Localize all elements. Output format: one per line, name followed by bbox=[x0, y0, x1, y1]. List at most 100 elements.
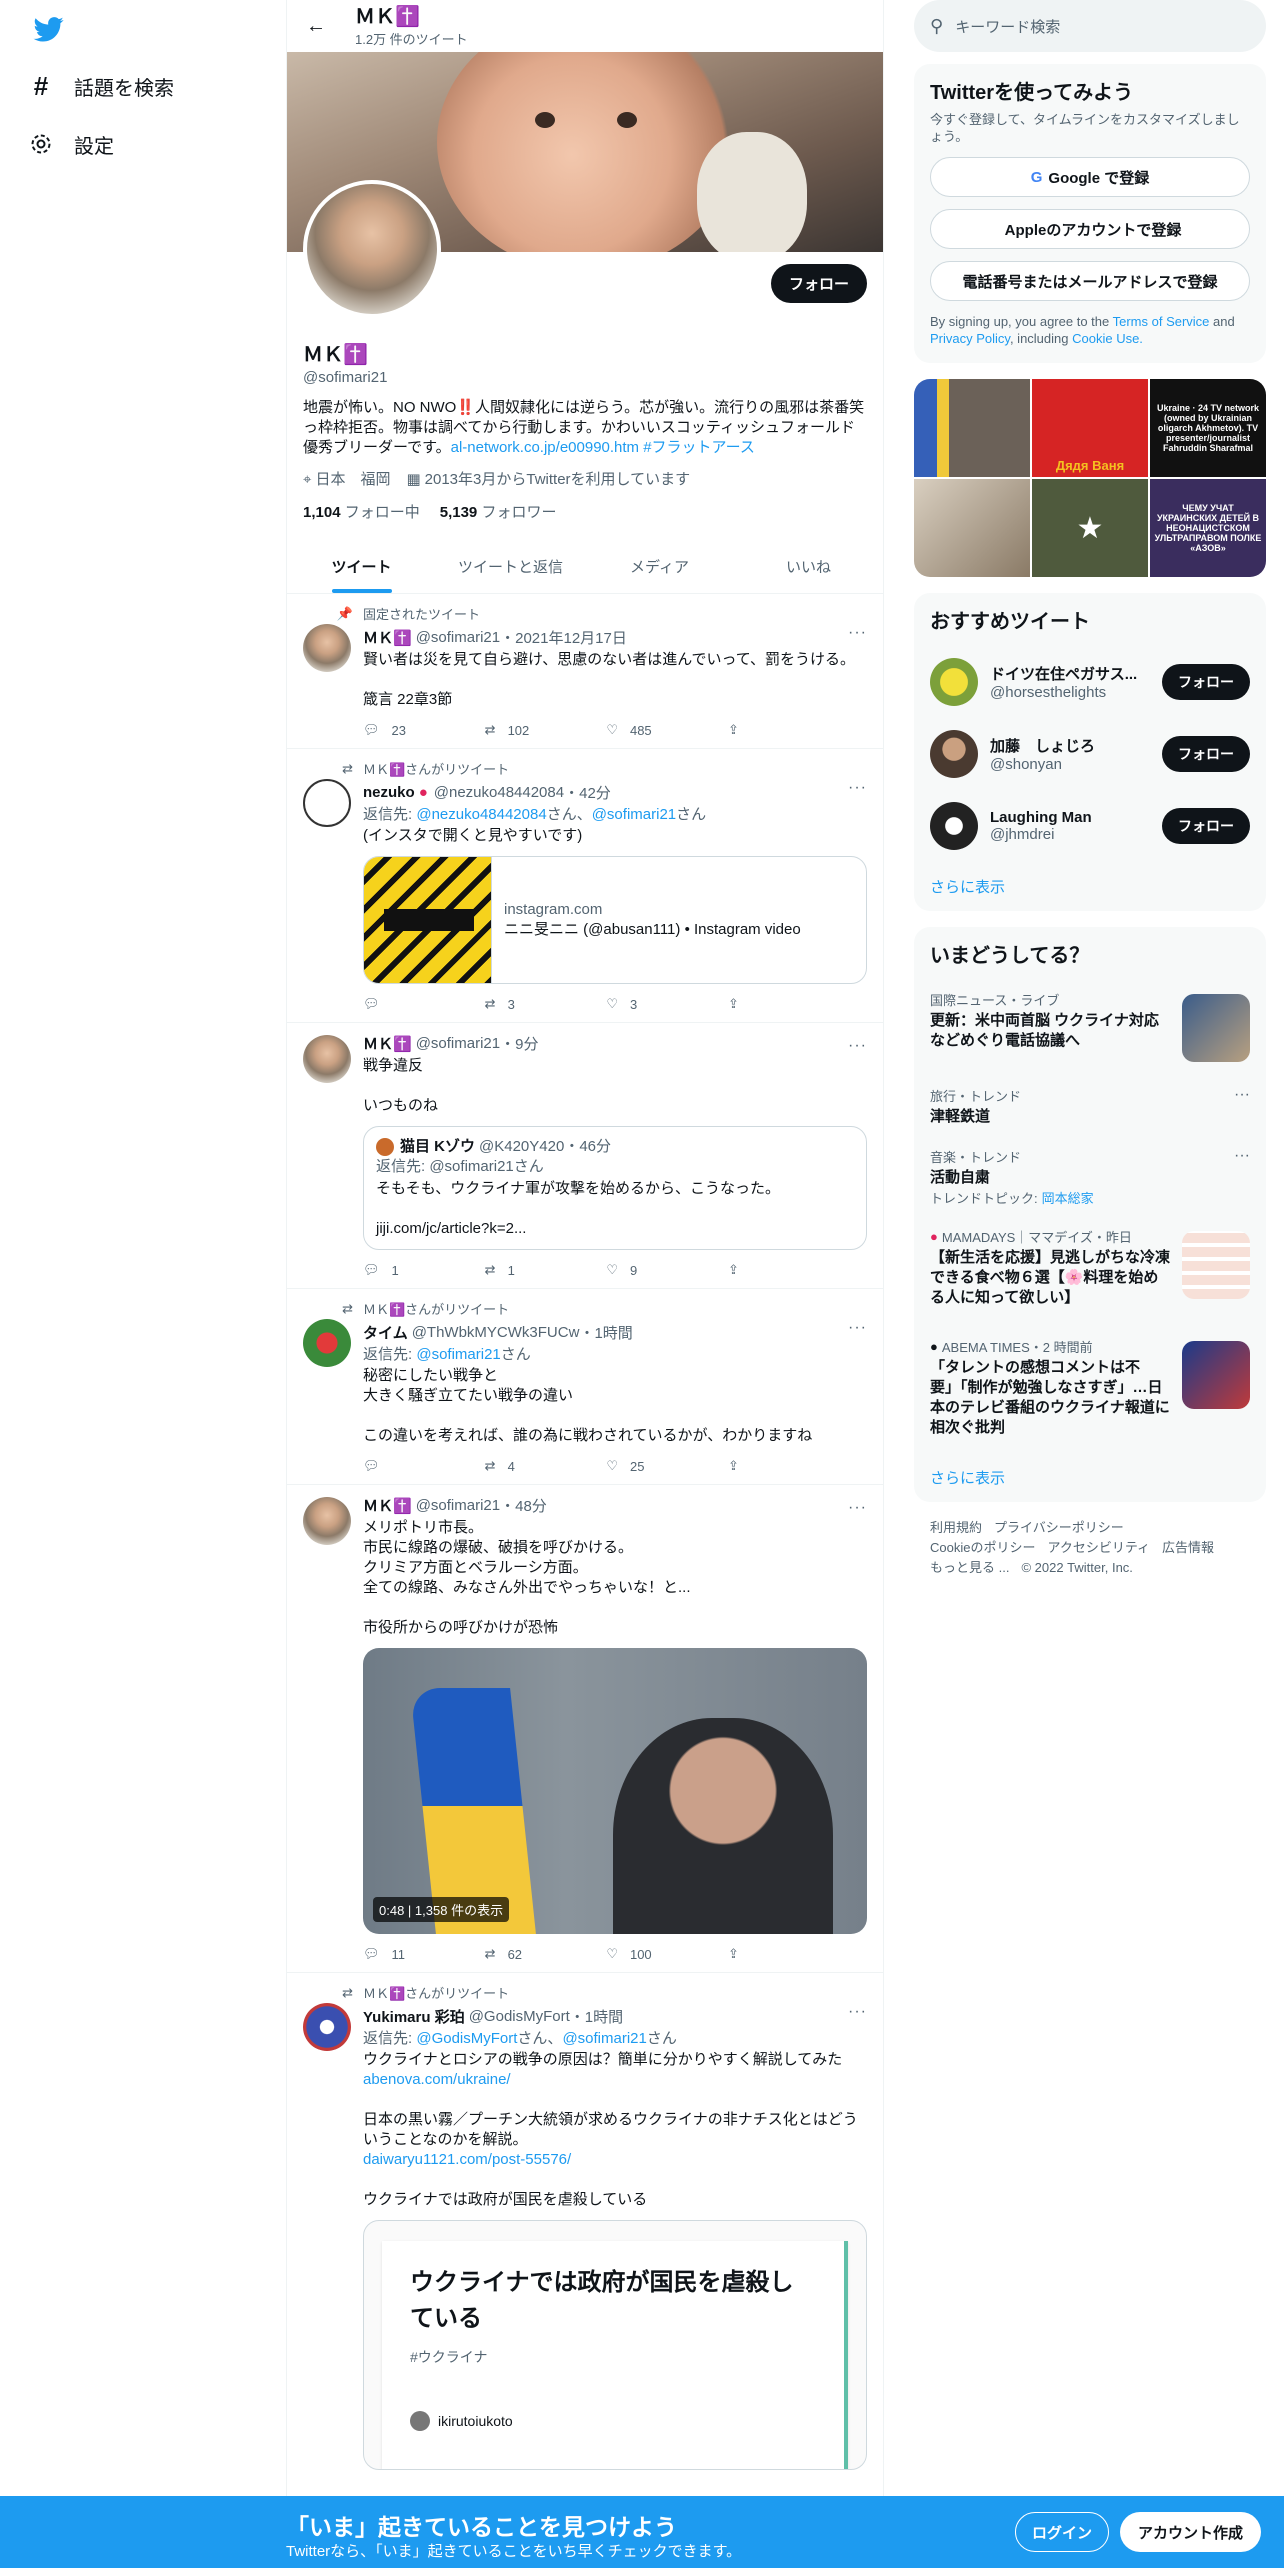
trend-topic-link[interactable]: 岡本総家 bbox=[1042, 1188, 1094, 1207]
tab-tweets[interactable]: ツイート bbox=[287, 540, 436, 593]
tweet-time[interactable]: 2021年12月17日 bbox=[515, 627, 627, 648]
quoted-tweet[interactable]: 猫目 Kゾウ @K420Y420 ・ 46分 返信先: @sofimari21さん そ… bbox=[363, 1126, 867, 1250]
media-thumb[interactable]: ★ bbox=[1032, 479, 1148, 577]
media-thumb[interactable] bbox=[914, 479, 1030, 577]
reply-button[interactable]: 💬︎ 23 bbox=[363, 722, 423, 738]
more-icon[interactable]: ··· bbox=[848, 624, 867, 642]
privacy-link[interactable]: Privacy Policy bbox=[930, 331, 1010, 346]
media-thumb[interactable]: ЧЕМУ УЧАТ УКРАИНСКИХ ДЕТЕЙ В НЕОНАЦИСТСК… bbox=[1150, 479, 1266, 577]
follow-button[interactable]: フォロー bbox=[1162, 736, 1250, 772]
tweet-time[interactable]: 1時間 bbox=[585, 2006, 623, 2027]
tweet[interactable]: ＭＫ✝️ @sofimari21 ・ 9分 ··· 戦争違反 いつものね 猫目 Kゾウ… bbox=[287, 1023, 883, 1289]
followers-link[interactable]: 5,139 フォロワー bbox=[440, 501, 557, 522]
tweet[interactable]: ⇄ ＭＫ✝️さんがリツイート Yukimaru 彩珀 @GodisMyFort ・ 1時… bbox=[287, 1973, 883, 2480]
reply-button[interactable]: 💬︎ bbox=[363, 1458, 423, 1474]
more-icon[interactable]: ··· bbox=[1234, 1086, 1250, 1104]
nav-explore[interactable]: # 話題を検索 bbox=[26, 62, 174, 110]
share-button[interactable]: ⇪ bbox=[728, 1458, 788, 1474]
more-icon[interactable]: ··· bbox=[848, 1319, 867, 1337]
recommend-item[interactable]: Laughing Man @jhmdrei フォロー bbox=[914, 790, 1266, 862]
footer-link[interactable]: プライバシーポリシー bbox=[994, 1520, 1124, 1535]
like-button[interactable]: ♡ 485 bbox=[606, 722, 666, 738]
retweet-button[interactable]: ⇄ 1 bbox=[485, 1262, 545, 1278]
more-icon[interactable]: ··· bbox=[848, 779, 867, 797]
avatar[interactable] bbox=[303, 779, 351, 827]
signup-button[interactable]: アカウント作成 bbox=[1120, 2512, 1262, 2552]
retweet-button[interactable]: ⇄ 102 bbox=[485, 722, 545, 738]
tweet-author[interactable]: Yukimaru 彩珀 bbox=[363, 2006, 465, 2027]
share-button[interactable]: ⇪ bbox=[728, 996, 788, 1012]
follow-button[interactable]: フォロー bbox=[1162, 808, 1250, 844]
retweet-button[interactable]: ⇄ 4 bbox=[485, 1458, 545, 1474]
login-button[interactable]: ログイン bbox=[1015, 2512, 1110, 2552]
tab-media[interactable]: メディア bbox=[585, 540, 734, 593]
share-button[interactable]: ⇪ bbox=[728, 1946, 788, 1962]
share-button[interactable]: ⇪ bbox=[728, 1262, 788, 1278]
recommend-item[interactable]: ドイツ在住ペガサス... @horsesthelights フォロー bbox=[914, 646, 1266, 718]
like-button[interactable]: ♡ 100 bbox=[606, 1946, 666, 1962]
phone-signup-button[interactable]: 電話番号またはメールアドレスで登録 bbox=[930, 261, 1250, 301]
reply-button[interactable]: 💬︎ 11 bbox=[363, 1946, 423, 1962]
tab-tweets-replies[interactable]: ツイートと返信 bbox=[436, 540, 585, 593]
follow-button[interactable]: フォロー bbox=[1162, 664, 1250, 700]
avatar[interactable] bbox=[303, 624, 351, 672]
tweet-time[interactable]: 9分 bbox=[515, 1033, 538, 1054]
tweet[interactable]: ⇄ ＭＫ✝️さんがリツイート タイム @ThWbkMYCWk3FUCw ・ 1時間 ··… bbox=[287, 1289, 883, 1485]
more-icon[interactable]: ··· bbox=[848, 2003, 867, 2021]
reply-mention[interactable]: @sofimari21 bbox=[416, 1346, 500, 1363]
tweet-author[interactable]: ＭＫ✝️ bbox=[363, 1033, 412, 1054]
like-button[interactable]: ♡ 9 bbox=[606, 1262, 666, 1278]
retweet-button[interactable]: ⇄ 3 bbox=[485, 996, 545, 1012]
tweet[interactable]: ⇄ ＭＫ✝️さんがリツイート nezuko ● @nezuko48442084 ・ 42分… bbox=[287, 749, 883, 1023]
search-input[interactable]: ⚲ キーワード検索 bbox=[914, 0, 1266, 52]
bio-hashtag[interactable]: #フラットアース bbox=[643, 439, 755, 456]
more-icon[interactable]: ··· bbox=[848, 1037, 867, 1055]
tweet-author[interactable]: ＭＫ✝️ bbox=[363, 1495, 412, 1516]
avatar[interactable] bbox=[303, 1497, 351, 1545]
footer-link[interactable]: 広告情報 bbox=[1162, 1540, 1214, 1555]
reply-mention[interactable]: @sofimari21 bbox=[562, 2030, 646, 2047]
back-arrow-icon[interactable]: ← bbox=[301, 11, 331, 41]
avatar[interactable] bbox=[303, 1319, 351, 1367]
google-signup-button[interactable]: G Google で登録 bbox=[930, 157, 1250, 197]
reply-mention[interactable]: @sofimari21 bbox=[592, 806, 676, 823]
cookie-link[interactable]: Cookie Use. bbox=[1072, 331, 1143, 346]
tweet[interactable]: ＭＫ✝️ @sofimari21 ・ 48分 ··· メリポトリ市長。 市民に線路の爆… bbox=[287, 1485, 883, 1973]
trend-item[interactable]: 旅行・トレンド 津軽鉄道 ··· bbox=[914, 1076, 1266, 1137]
share-button[interactable]: ⇪ bbox=[728, 722, 788, 738]
reply-button[interactable]: 💬︎ 1 bbox=[363, 1262, 423, 1278]
media-thumb[interactable]: Ukraine · 24 TV network (owned by Ukrain… bbox=[1150, 379, 1266, 477]
trend-item[interactable]: 国際ニュース・ライブ 更新：米中両首脳 ウクライナ対応などめぐり電話協議へ bbox=[914, 980, 1266, 1076]
media-thumb[interactable] bbox=[914, 379, 1030, 477]
terms-link[interactable]: Terms of Service bbox=[1113, 314, 1210, 329]
reply-mention[interactable]: @nezuko48442084 bbox=[416, 806, 546, 823]
more-icon[interactable]: ··· bbox=[848, 1499, 867, 1517]
twitter-logo-icon[interactable] bbox=[32, 14, 66, 44]
article-card[interactable]: ウクライナでは政府が国民を虐殺している #ウクライナ ikirutoiukoto bbox=[363, 2220, 867, 2470]
tweet[interactable]: 📌 固定されたツイート ＭＫ✝️ @sofimari21 ・ 2021年12月17日 ·… bbox=[287, 594, 883, 749]
show-more-link[interactable]: さらに表示 bbox=[914, 862, 1266, 911]
follow-button[interactable]: フォロー bbox=[770, 264, 867, 303]
reply-mention[interactable]: @GodisMyFort bbox=[416, 2030, 517, 2047]
profile-avatar[interactable] bbox=[303, 180, 441, 318]
footer-link[interactable]: アクセシビリティ bbox=[1047, 1540, 1150, 1555]
recommend-item[interactable]: 加藤 しょじろ @shonyan フォロー bbox=[914, 718, 1266, 790]
show-more-link[interactable]: さらに表示 bbox=[914, 1453, 1266, 1502]
footer-more[interactable]: もっと見る ... bbox=[930, 1560, 1009, 1575]
tweet-time[interactable]: 42分 bbox=[579, 782, 611, 803]
trend-item[interactable]: ● MAMADAYS｜ママデイズ・昨日 【新生活を応援】見逃しがちな冷凍できる食べ… bbox=[914, 1217, 1266, 1327]
tab-likes[interactable]: いいね bbox=[734, 540, 883, 593]
apple-signup-button[interactable]: Appleのアカウントで登録 bbox=[930, 209, 1250, 249]
video-player[interactable]: 0:48 | 1,358 件の表示 bbox=[363, 1648, 867, 1934]
tweet-time[interactable]: 1時間 bbox=[594, 1322, 632, 1343]
following-link[interactable]: 1,104 フォロー中 bbox=[303, 501, 420, 522]
like-button[interactable]: ♡ 3 bbox=[606, 996, 666, 1012]
reply-button[interactable]: 💬︎ bbox=[363, 996, 423, 1012]
footer-link[interactable]: 利用規約 bbox=[930, 1520, 982, 1535]
trend-item[interactable]: ● ABEMA TIMES・2 時間前 「タレントの感想コメントは不要」「制作が勉… bbox=[914, 1327, 1266, 1453]
tweet-author[interactable]: タイム bbox=[363, 1322, 408, 1343]
tweet-author[interactable]: ＭＫ✝️ bbox=[363, 627, 412, 648]
avatar[interactable] bbox=[303, 1035, 351, 1083]
avatar[interactable] bbox=[303, 2003, 351, 2051]
like-button[interactable]: ♡ 25 bbox=[606, 1458, 666, 1474]
